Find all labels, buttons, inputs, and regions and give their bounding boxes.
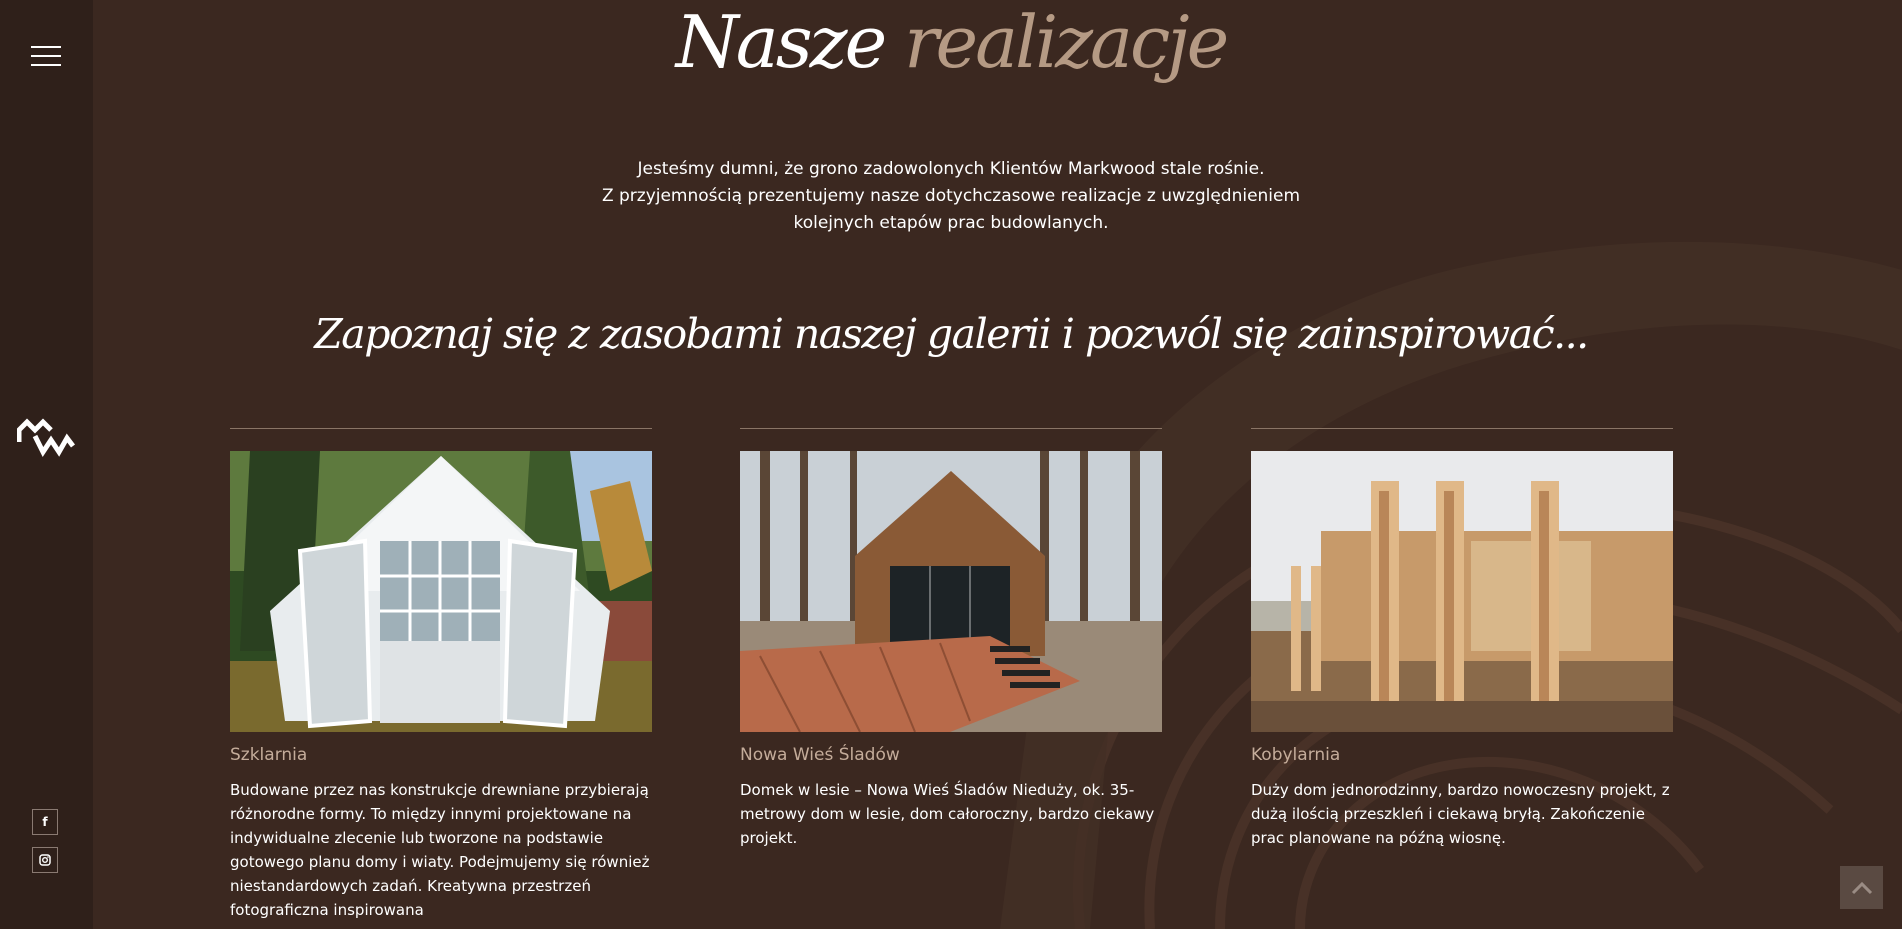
gallery-subtitle: Zapoznaj się z zasobami naszej galerii i… <box>314 310 1589 358</box>
chevron-up-icon <box>1851 881 1872 894</box>
page-title-main: Nasze <box>675 0 887 84</box>
facebook-icon[interactable]: f <box>32 809 58 835</box>
instagram-icon[interactable] <box>32 847 58 873</box>
project-description: Duży dom jednorodzinny, bardzo nowoczesn… <box>1251 781 1670 847</box>
scroll-to-top-button[interactable] <box>1840 866 1883 909</box>
project-description: Domek w lesie – Nowa Wieś Śladów Nieduży… <box>740 781 1155 847</box>
card-divider <box>230 428 652 429</box>
menu-line <box>31 46 61 48</box>
intro-line: Jesteśmy dumni, że grono zadowolonych Kl… <box>637 159 1265 179</box>
menu-line <box>31 55 61 57</box>
sidebar: f <box>0 0 93 929</box>
project-name[interactable]: Kobylarnia <box>1251 742 1673 768</box>
intro-line: kolejnych etapów prac budowlanych. <box>793 213 1109 233</box>
project-card-kobylarnia: Kobylarnia Duży dom jednorodzinny, bardz… <box>1251 428 1673 850</box>
menu-line <box>31 64 61 66</box>
page-title-accent: realizacje <box>904 0 1229 84</box>
instagram-glyph <box>39 854 51 866</box>
project-description: Budowane przez nas konstrukcje drewniane… <box>230 781 650 919</box>
project-photo-forest-house[interactable] <box>740 451 1162 732</box>
intro-line: Z przyjemnością prezentujemy nasze dotyc… <box>601 186 1301 206</box>
intro-text: Jesteśmy dumni, że grono zadowolonych Kl… <box>93 156 1809 237</box>
hamburger-menu-icon[interactable] <box>31 46 61 66</box>
project-photo-greenhouse[interactable] <box>230 451 652 732</box>
project-name[interactable]: Nowa Wieś Śladów <box>740 742 1162 768</box>
card-divider <box>740 428 1162 429</box>
project-photo-house-construction[interactable] <box>1251 451 1673 732</box>
markwood-logo[interactable] <box>17 416 75 458</box>
page-title: Nasze realizacje <box>93 2 1809 82</box>
project-card-szklarnia: Szklarnia Budowane przez nas konstrukcje… <box>230 428 652 922</box>
project-name[interactable]: Szklarnia <box>230 742 652 768</box>
card-divider <box>1251 428 1673 429</box>
project-card-nowa-wies-sladow: Nowa Wieś Śladów Domek w lesie – Nowa Wi… <box>740 428 1162 850</box>
